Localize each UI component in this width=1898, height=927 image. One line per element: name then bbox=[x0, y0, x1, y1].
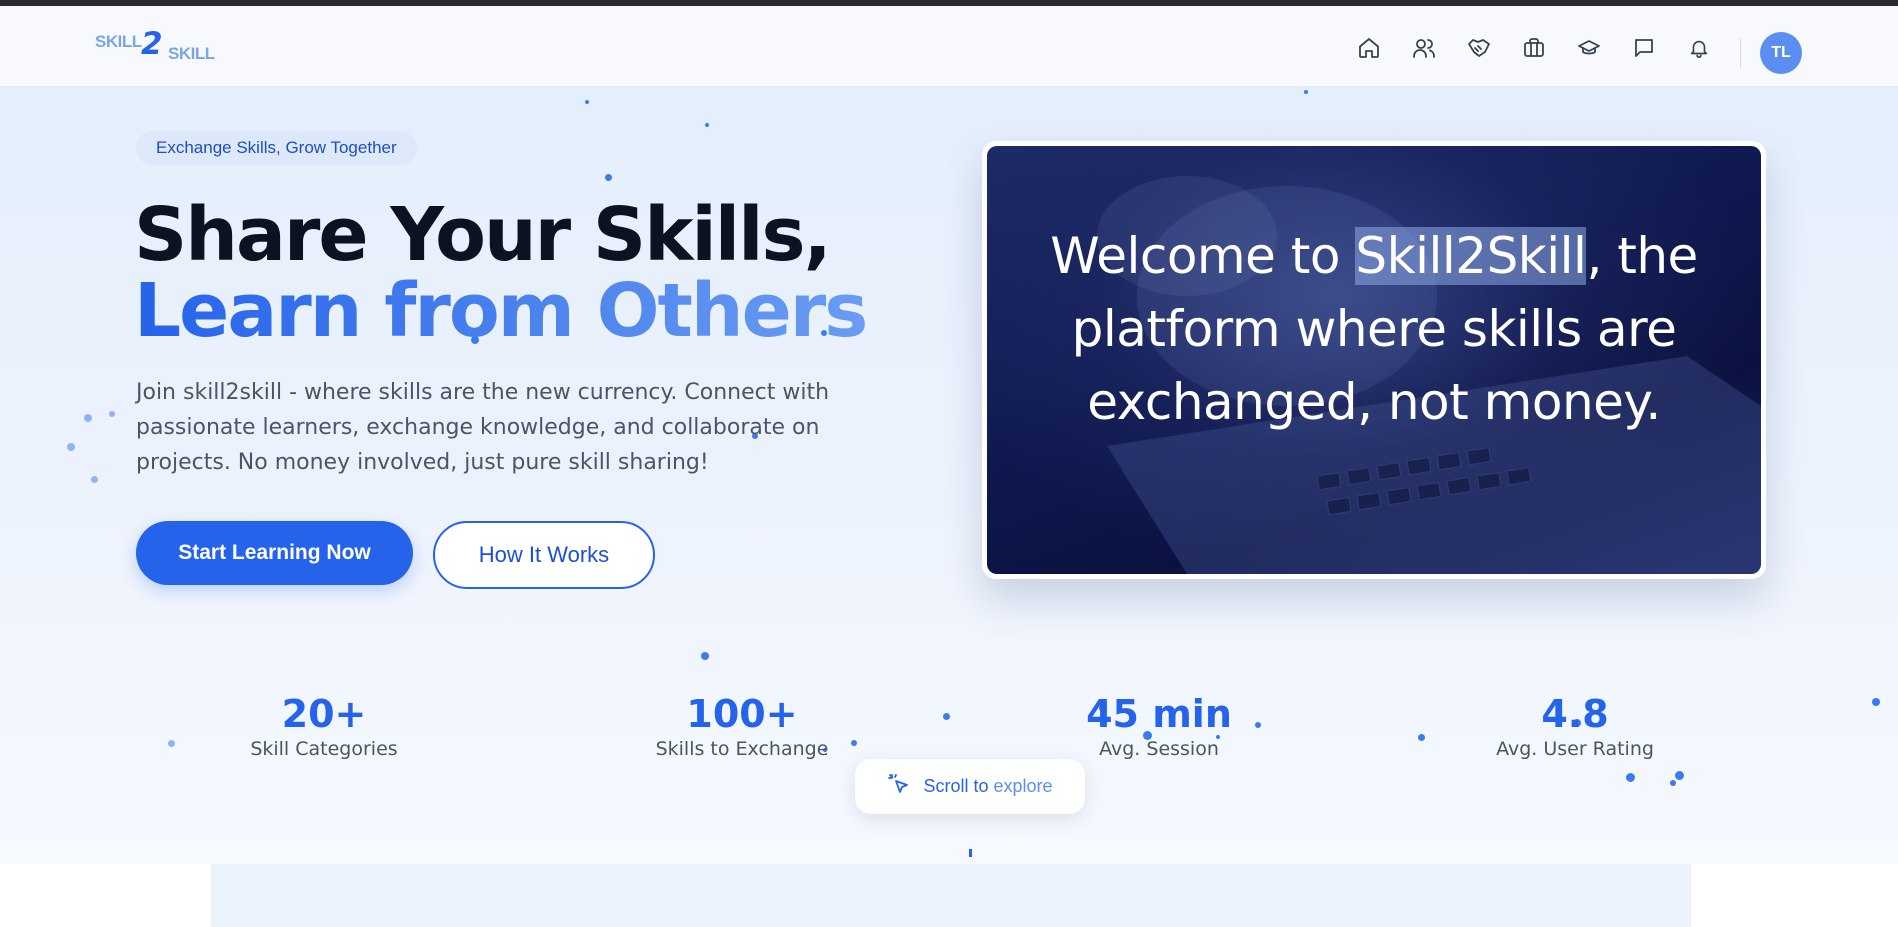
scroll-label-part1: Scroll to bbox=[923, 776, 994, 796]
stat-label: Avg. Session bbox=[1099, 738, 1219, 760]
stat-skills-to-exchange: 100+ Skills to Exchange bbox=[642, 692, 842, 762]
logo-two: 2 bbox=[141, 26, 163, 62]
particle-dot bbox=[1418, 734, 1425, 741]
pointer-click-icon bbox=[887, 772, 911, 801]
caption-part-1: Welcome to bbox=[1050, 227, 1356, 285]
particle-dot bbox=[1626, 773, 1635, 782]
stat-avg-session: 45 min Avg. Session bbox=[1059, 692, 1259, 762]
scroll-indicator-line bbox=[969, 849, 972, 857]
particle-dot bbox=[67, 443, 75, 451]
graduation-cap-icon[interactable] bbox=[1575, 34, 1603, 62]
brand-logo[interactable]: SKILL 2 SKILL bbox=[95, 26, 225, 68]
stat-label: Skills to Exchange bbox=[655, 738, 829, 760]
how-it-works-button[interactable]: How It Works bbox=[433, 521, 655, 589]
intro-video-caption: Welcome to Skill2Skill, the platform whe… bbox=[987, 220, 1761, 439]
particle-dot bbox=[1872, 698, 1880, 706]
intro-video-frame: Welcome to Skill2Skill, the platform whe… bbox=[987, 146, 1761, 574]
particle-dot bbox=[1670, 780, 1676, 786]
stat-label: Skill Categories bbox=[250, 738, 398, 760]
particle-dot bbox=[1675, 771, 1684, 780]
stat-skill-categories: 20+ Skill Categories bbox=[224, 692, 424, 762]
navbar: SKILL 2 SKILL TL bbox=[0, 6, 1898, 87]
nav-divider bbox=[1740, 38, 1741, 68]
hero-tagline-pill: Exchange Skills, Grow Together bbox=[136, 131, 417, 165]
stat-value: 20+ bbox=[281, 692, 367, 736]
hero-description: Join skill2skill - where skills are the … bbox=[136, 380, 830, 475]
message-icon[interactable] bbox=[1630, 34, 1658, 62]
page-background bbox=[1691, 864, 1898, 927]
scroll-label-part2: explore bbox=[993, 776, 1053, 796]
particle-dot bbox=[585, 100, 589, 104]
particle-dot bbox=[851, 740, 857, 746]
next-section-panel bbox=[211, 864, 1691, 927]
intro-video-card[interactable]: Welcome to Skill2Skill, the platform whe… bbox=[982, 141, 1766, 579]
hero-title-line2: Learn from Others bbox=[134, 268, 868, 354]
particle-dot bbox=[109, 411, 115, 417]
stat-value: 45 min bbox=[1086, 692, 1232, 736]
particle-dot bbox=[705, 123, 709, 127]
particle-dot bbox=[91, 476, 98, 483]
stat-value: 4.8 bbox=[1541, 692, 1609, 736]
start-learning-button[interactable]: Start Learning Now bbox=[136, 521, 413, 585]
stat-value: 100+ bbox=[686, 692, 798, 736]
bell-icon[interactable] bbox=[1685, 34, 1713, 62]
handshake-icon[interactable] bbox=[1465, 34, 1493, 62]
page-background bbox=[0, 864, 211, 927]
user-avatar[interactable]: TL bbox=[1760, 32, 1802, 74]
scroll-to-explore-button[interactable]: Scroll to explore bbox=[855, 759, 1085, 814]
logo-word-1: SKILL bbox=[95, 32, 142, 51]
hero-title-line1: Share Your Skills, bbox=[134, 192, 832, 278]
stat-avg-user-rating: 4.8 Avg. User Rating bbox=[1475, 692, 1675, 762]
caption-highlight: Skill2Skill bbox=[1355, 227, 1587, 285]
particle-dot bbox=[168, 740, 175, 747]
particle-dot bbox=[84, 414, 92, 422]
scroll-label: Scroll to explore bbox=[923, 776, 1052, 797]
particle-dot bbox=[943, 713, 950, 720]
particle-dot bbox=[605, 174, 612, 181]
home-icon[interactable] bbox=[1355, 34, 1383, 62]
particle-dot bbox=[1304, 90, 1308, 94]
briefcase-icon[interactable] bbox=[1520, 34, 1548, 62]
particle-dot bbox=[701, 652, 709, 660]
stat-label: Avg. User Rating bbox=[1496, 738, 1654, 760]
users-icon[interactable] bbox=[1410, 34, 1438, 62]
logo-word-2: SKILL bbox=[168, 44, 215, 63]
